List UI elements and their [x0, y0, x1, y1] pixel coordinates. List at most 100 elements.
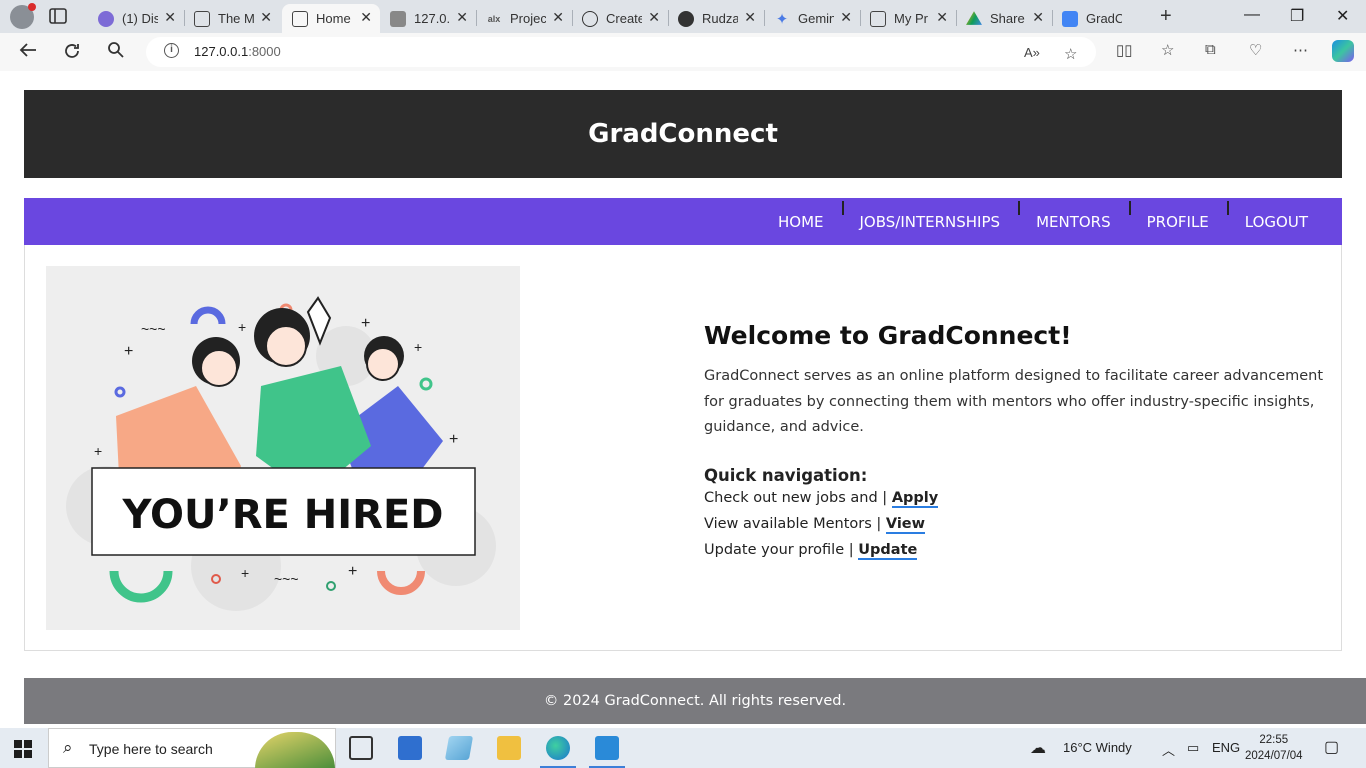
google-docs-icon	[1062, 10, 1078, 27]
welcome-panel: Welcome to GradConnect! GradConnect serv…	[704, 321, 1324, 563]
hero-section: ~~~ ~~~ + + + + + + + + YOU’RE HIRED Wel…	[24, 245, 1342, 651]
language-indicator[interactable]: ENG	[1212, 740, 1240, 755]
url-text: 127.0.0.1:8000	[194, 44, 281, 59]
nav-jobs-internships[interactable]: JOBS/INTERNSHIPS	[841, 200, 1019, 231]
page-icon	[870, 10, 886, 27]
new-tab-button[interactable]: +	[1160, 5, 1172, 28]
windows-start-icon[interactable]	[14, 740, 32, 758]
search-icon: ⌕	[63, 738, 73, 757]
browser-tab-strip: (1) Dis ✕ The M ✕ Home ✕ 127.0. ✕ alx Pr…	[0, 0, 1366, 33]
svg-text:+: +	[348, 563, 357, 580]
weather-icon[interactable]: ☁	[1030, 738, 1046, 758]
svg-text:+: +	[361, 315, 370, 332]
footer-copyright: © 2024 GradConnect. All rights reserved.	[543, 693, 847, 709]
update-profile-link[interactable]: Update	[858, 541, 918, 560]
view-mentors-link[interactable]: View	[885, 515, 926, 534]
quick-link-jobs: Check out new jobs and | Apply	[704, 489, 939, 508]
copilot-icon[interactable]	[1332, 40, 1354, 62]
browser-tab[interactable]: 127.0. ✕	[380, 4, 476, 33]
svg-text:~~~: ~~~	[274, 571, 299, 587]
edge-icon[interactable]	[540, 736, 576, 768]
browser-tab[interactable]: Create ✕	[572, 4, 668, 33]
svg-text:+: +	[241, 565, 249, 581]
close-tab-icon[interactable]: ✕	[936, 9, 948, 26]
apply-link[interactable]: Apply	[891, 489, 939, 508]
welcome-description: GradConnect serves as an online platform…	[704, 368, 1324, 435]
weather-text[interactable]: 16°C Windy	[1063, 740, 1132, 755]
site-info-icon[interactable]: i	[164, 43, 179, 58]
favorites-icon[interactable]: ☆	[1161, 41, 1174, 59]
close-tab-icon[interactable]: ✕	[552, 9, 564, 26]
browser-tab[interactable]: The M ✕	[184, 4, 280, 33]
page-viewport: GradConnect HOME JOBS/INTERNSHIPS MENTOR…	[0, 71, 1366, 728]
taskbar-search-box[interactable]: ⌕ Type here to search	[48, 728, 336, 768]
collections-icon[interactable]: ⧉	[1205, 41, 1216, 58]
tab-actions-icon[interactable]	[48, 7, 70, 27]
welcome-title: Welcome to GradConnect!	[704, 321, 1072, 350]
nav-logout[interactable]: LOGOUT	[1226, 200, 1326, 231]
close-tab-icon[interactable]: ✕	[260, 9, 272, 26]
address-bar[interactable]: i 127.0.0.1:8000 A» ☆	[146, 37, 1096, 67]
close-window-button[interactable]: ✕	[1336, 6, 1349, 26]
close-tab-icon[interactable]: ✕	[840, 9, 852, 26]
show-hidden-icons-icon[interactable]: ︿	[1162, 740, 1175, 759]
task-view-icon[interactable]	[349, 736, 373, 760]
svg-text:~~~: ~~~	[141, 321, 166, 337]
browser-toolbar: i 127.0.0.1:8000 A» ☆ ▯▯ ☆ ⧉ ♡ ⋯	[0, 33, 1366, 71]
browser-tab[interactable]: alx Projec ✕	[476, 4, 572, 33]
svg-text:+: +	[449, 431, 458, 448]
site-header: GradConnect	[24, 90, 1342, 178]
mail-icon[interactable]	[398, 736, 422, 760]
close-tab-icon[interactable]: ✕	[164, 9, 176, 26]
page-icon	[194, 10, 210, 27]
notifications-icon[interactable]: ▢	[1324, 737, 1339, 757]
nav-mentors[interactable]: MENTORS	[1018, 200, 1129, 231]
quick-link-profile: Update your profile | Update	[704, 541, 918, 560]
discord-icon	[98, 10, 114, 27]
browser-tab[interactable]: Share ✕	[956, 4, 1052, 33]
app-icon[interactable]	[444, 736, 474, 760]
browser-tab[interactable]: Rudza ✕	[668, 4, 764, 33]
browser-tab-active[interactable]: Home ✕	[282, 4, 380, 33]
search-icon[interactable]	[107, 41, 125, 64]
browser-tab[interactable]: GradC	[1052, 4, 1148, 33]
refresh-icon[interactable]	[62, 41, 82, 66]
google-drive-icon	[966, 11, 982, 25]
loading-page-icon	[390, 10, 406, 27]
system-clock[interactable]: 22:55 2024/07/04	[1245, 732, 1303, 764]
vscode-icon[interactable]	[589, 736, 625, 768]
close-tab-icon[interactable]: ✕	[648, 9, 660, 26]
browser-essentials-icon[interactable]: ♡	[1249, 41, 1262, 59]
alx-icon: alx	[487, 13, 501, 24]
openai-icon	[582, 10, 598, 27]
quick-nav-title: Quick navigation:	[704, 465, 868, 485]
quick-link-mentors: View available Mentors | View	[704, 515, 926, 534]
battery-icon[interactable]: ▭	[1187, 740, 1199, 756]
svg-text:+: +	[414, 339, 422, 355]
browser-tab[interactable]: (1) Dis ✕	[88, 4, 184, 33]
file-explorer-icon[interactable]	[497, 736, 521, 760]
profile-avatar-icon[interactable]	[10, 3, 36, 29]
browser-tab[interactable]: ✦ Gemin ✕	[764, 4, 860, 33]
minimize-button[interactable]: —	[1244, 6, 1260, 24]
nav-profile[interactable]: PROFILE	[1128, 200, 1227, 231]
svg-text:+: +	[124, 343, 133, 360]
more-menu-icon[interactable]: ⋯	[1293, 41, 1308, 59]
browser-tab[interactable]: My Pr ✕	[860, 4, 956, 33]
close-tab-icon[interactable]: ✕	[456, 9, 468, 26]
back-icon[interactable]	[18, 41, 38, 64]
close-tab-icon[interactable]: ✕	[360, 9, 372, 26]
page-container: GradConnect HOME JOBS/INTERNSHIPS MENTOR…	[24, 90, 1342, 651]
nav-home[interactable]: HOME	[760, 213, 842, 231]
site-footer: © 2024 GradConnect. All rights reserved.	[24, 678, 1366, 724]
close-tab-icon[interactable]: ✕	[744, 9, 756, 26]
restore-button[interactable]: ❐	[1290, 6, 1304, 26]
site-brand: GradConnect	[588, 119, 778, 149]
read-aloud-icon[interactable]: A»	[1024, 45, 1040, 60]
svg-text:YOU’RE HIRED: YOU’RE HIRED	[122, 492, 444, 538]
close-tab-icon[interactable]: ✕	[1032, 9, 1044, 26]
favorite-star-icon[interactable]: ☆	[1064, 45, 1077, 63]
svg-text:+: +	[94, 443, 102, 459]
search-highlight-image	[255, 732, 335, 768]
split-screen-icon[interactable]: ▯▯	[1116, 41, 1133, 59]
